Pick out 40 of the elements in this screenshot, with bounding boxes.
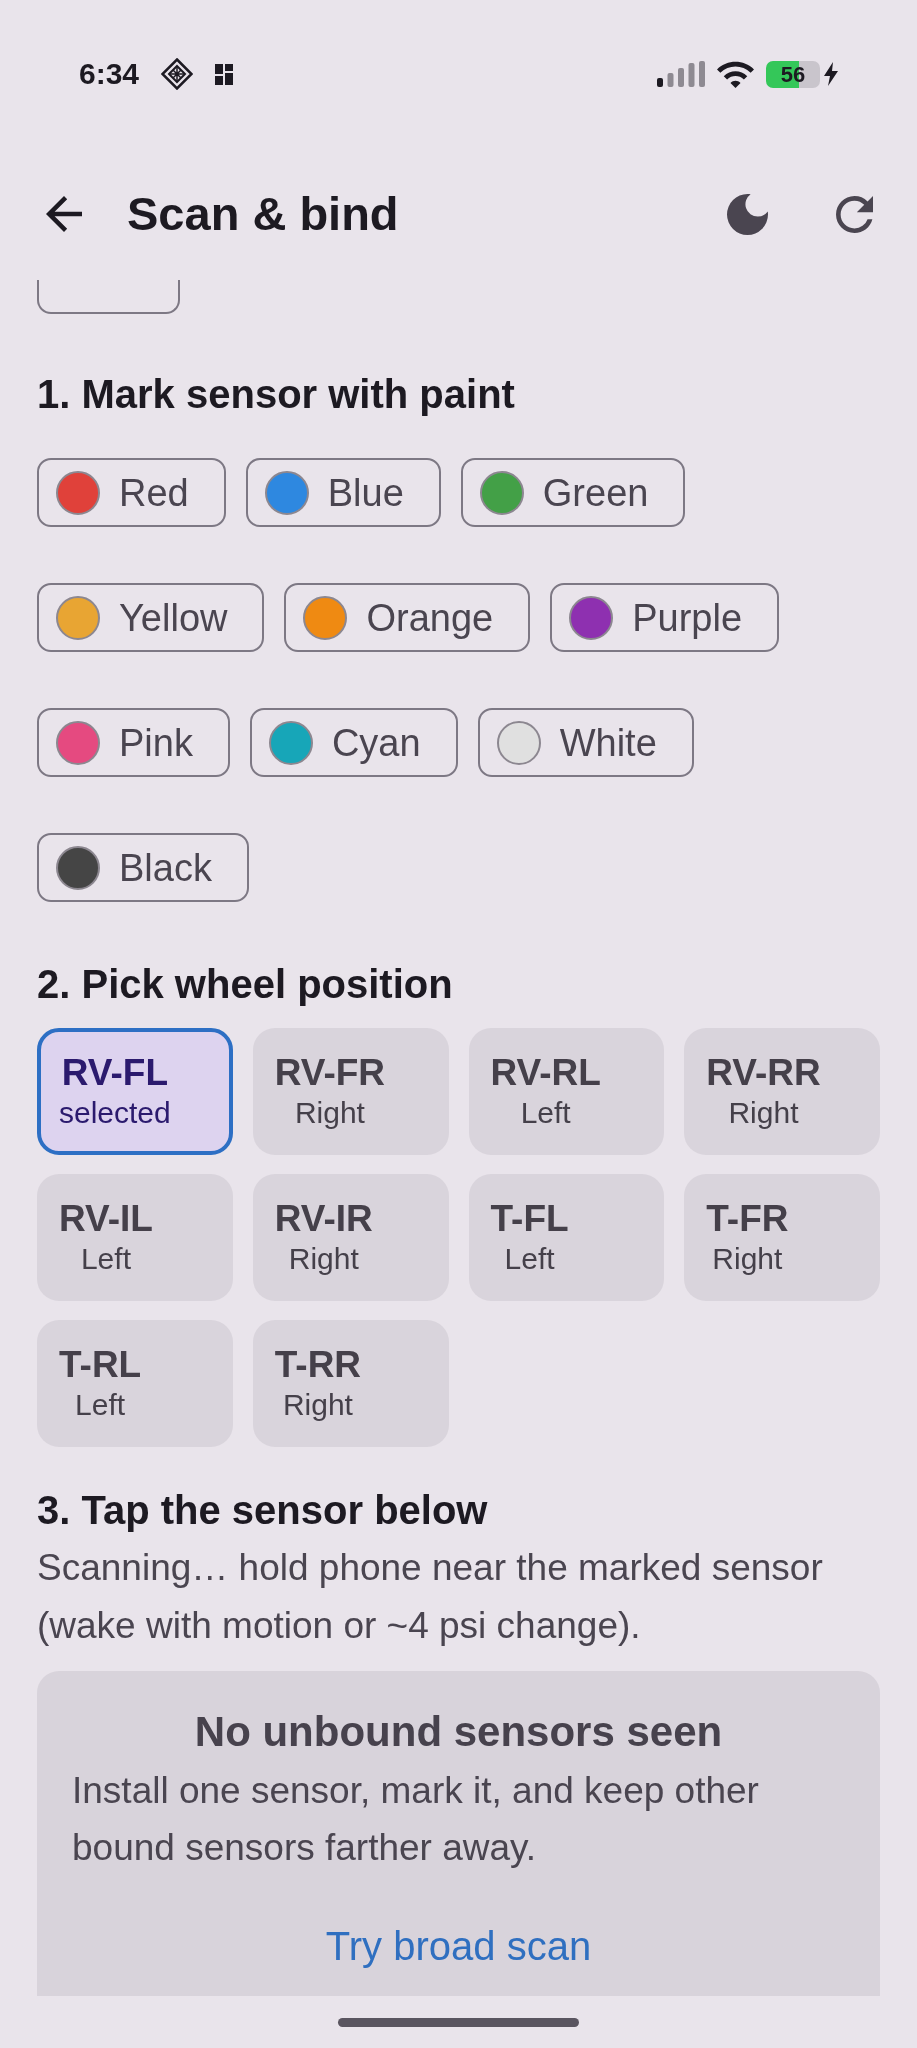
paint-chip[interactable]: Blue — [245, 458, 441, 527]
grid-icon — [215, 63, 234, 85]
wheel-position-tile[interactable]: T-FL Left — [468, 1174, 665, 1301]
paint-chip[interactable]: Green — [460, 458, 686, 527]
section-heading: 2. Pick wheel position — [37, 961, 454, 1008]
empty-state-title: No unbound sensors seen — [193, 1707, 724, 1757]
scan-status-text: Scanning… hold phone near the marked sensor (wake with motion or ~4 psi change). — [37, 1546, 824, 1648]
paint-chip[interactable]: Orange — [284, 583, 531, 652]
bolt-icon — [823, 62, 839, 86]
wheel-position-tile[interactable]: T-RR Right — [252, 1320, 449, 1447]
wifi-icon — [717, 60, 754, 88]
wheel-position-tile[interactable]: RV-RL Left — [468, 1028, 665, 1155]
screen-title: Scan & bind — [127, 186, 399, 242]
back-button[interactable] — [46, 196, 82, 232]
paint-chip[interactable]: Yellow — [37, 583, 265, 652]
moon-icon — [727, 193, 768, 235]
wheel-position-tile[interactable]: T-FR Right — [684, 1174, 880, 1301]
paint-chip[interactable]: White — [477, 708, 694, 777]
wheel-position-tile[interactable]: RV-FL selected — [37, 1028, 233, 1155]
back-arrow-icon — [46, 196, 82, 232]
wheel-position-tile[interactable]: RV-IR Right — [252, 1174, 449, 1301]
paint-chip[interactable]: Cyan — [249, 708, 458, 777]
paint-chip[interactable]: Red — [37, 458, 226, 527]
empty-state-message: Install one sensor, mark it, and keep other bound sensors farther away. — [72, 1769, 760, 1870]
diamond-icon — [161, 58, 194, 90]
wheel-position-tile[interactable]: RV-IL Left — [37, 1174, 233, 1301]
wheel-position-tile[interactable]: RV-FR Right — [252, 1028, 449, 1155]
signal-icon — [657, 61, 705, 87]
refresh-button[interactable] — [836, 195, 873, 233]
clipped-chip[interactable] — [37, 280, 180, 314]
section-heading: 3. Tap the sensor below — [37, 1487, 489, 1534]
refresh-icon — [836, 195, 873, 233]
paint-chip[interactable]: Purple — [550, 583, 780, 652]
wheel-position-tile[interactable]: T-RL Left — [37, 1320, 233, 1447]
paint-chip[interactable]: Black — [37, 833, 249, 902]
section-heading: 1. Mark sensor with paint — [37, 371, 516, 418]
wheel-position-tile[interactable]: RV-RR Right — [684, 1028, 880, 1155]
paint-chip[interactable]: Pink — [37, 708, 230, 777]
theme-button[interactable] — [727, 193, 768, 235]
status-time: 6:34 — [79, 57, 140, 91]
